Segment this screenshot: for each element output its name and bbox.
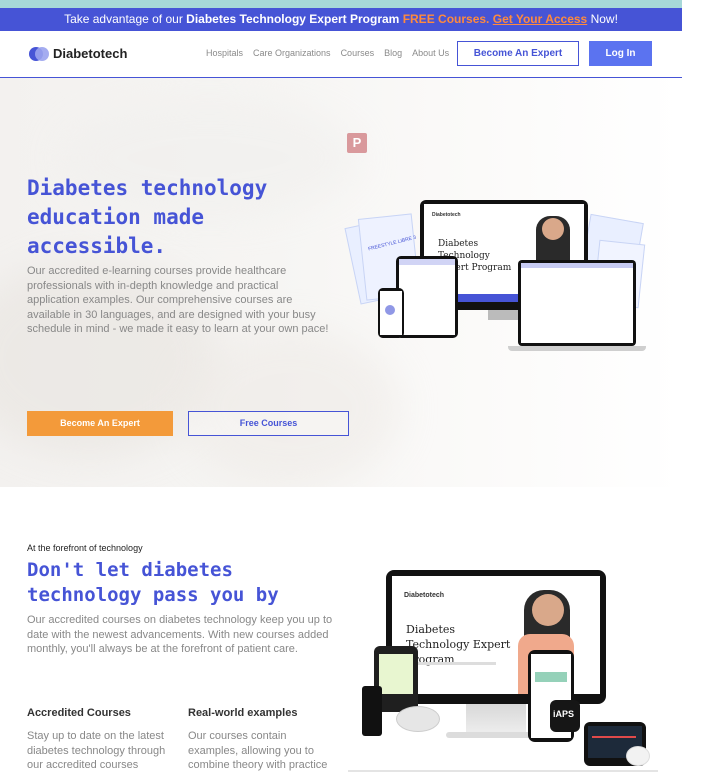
nav-link-care-organizations[interactable]: Care Organizations <box>253 48 331 58</box>
pinterest-icon[interactable]: P <box>347 133 367 153</box>
section-devices-mockup: Diabetotech Diabetes Technology Expert P… <box>348 566 660 780</box>
hero-free-courses-button[interactable]: Free Courses <box>188 411 349 436</box>
logo-icon <box>29 46 49 61</box>
hero-title: Diabetes technology education made acces… <box>27 176 268 258</box>
book-label: FREESTYLE LIBRE 3 <box>367 234 417 253</box>
phone-image <box>378 288 404 338</box>
section-kicker: At the forefront of technology <box>27 543 143 553</box>
laptop-base <box>508 346 646 351</box>
become-expert-nav-button[interactable]: Become An Expert <box>457 41 579 66</box>
announcement-free: FREE Courses. <box>402 12 490 26</box>
sensor-image <box>396 706 440 732</box>
hero-devices-mockup: FREESTYLE LIBRE 3 Diabetotech Diabetes T… <box>344 198 668 358</box>
nav-link-about-us[interactable]: About Us <box>412 48 449 58</box>
tablet-image <box>396 256 458 338</box>
divider <box>348 770 658 772</box>
announcement-program: Diabetes Technology Expert Program <box>186 12 400 26</box>
hero-description: Our accredited e-learning courses provid… <box>27 265 329 335</box>
feature-text-accredited: Stay up to date on the latest diabetes t… <box>27 730 166 771</box>
mockup-brand: Diabetotech <box>404 592 445 599</box>
feature-title-accredited: Accredited Courses <box>27 707 131 719</box>
nav-link-blog[interactable]: Blog <box>384 48 402 58</box>
nav-links: Hospitals Care Organizations Courses Blo… <box>206 48 449 58</box>
login-button[interactable]: Log In <box>589 41 652 66</box>
hero-section: P Diabetes technology education made acc… <box>0 78 682 487</box>
laptop-image <box>518 260 636 346</box>
feature-title-real-world: Real-world examples <box>188 707 298 719</box>
section-title: Don't let diabetes technology pass you b… <box>27 559 279 606</box>
logo[interactable]: Diabetotech <box>29 46 127 61</box>
mockup-screen-title: Diabetes Technology Expert Program <box>406 623 511 666</box>
device-label: iAPS <box>553 709 575 719</box>
monitor-stand <box>466 704 526 734</box>
section-description: Our accredited courses on diabetes techn… <box>27 614 333 655</box>
logo-text: Diabetotech <box>53 46 128 61</box>
announcement-prefix: Take advantage of our <box>64 12 183 26</box>
feature-text-real-world: Our courses contain examples, allowing y… <box>188 730 328 771</box>
mockup-brand: Diabetotech <box>432 212 461 218</box>
announcement-suffix: Now! <box>590 12 618 26</box>
main-nav: Diabetotech Hospitals Care Organizations… <box>0 31 682 78</box>
cgm-reader-image <box>362 686 382 736</box>
sensor-image <box>626 746 650 766</box>
nav-link-courses[interactable]: Courses <box>341 48 375 58</box>
announcement-cta-link[interactable]: Get Your Access <box>493 12 588 26</box>
nav-link-hospitals[interactable]: Hospitals <box>206 48 243 58</box>
announcement-bar: Take advantage of our Diabetes Technolog… <box>0 8 682 31</box>
top-strip <box>0 0 682 8</box>
smartwatch-image: iAPS <box>550 700 580 732</box>
monitor-stand <box>488 310 518 320</box>
hero-become-expert-button[interactable]: Become An Expert <box>27 411 173 436</box>
